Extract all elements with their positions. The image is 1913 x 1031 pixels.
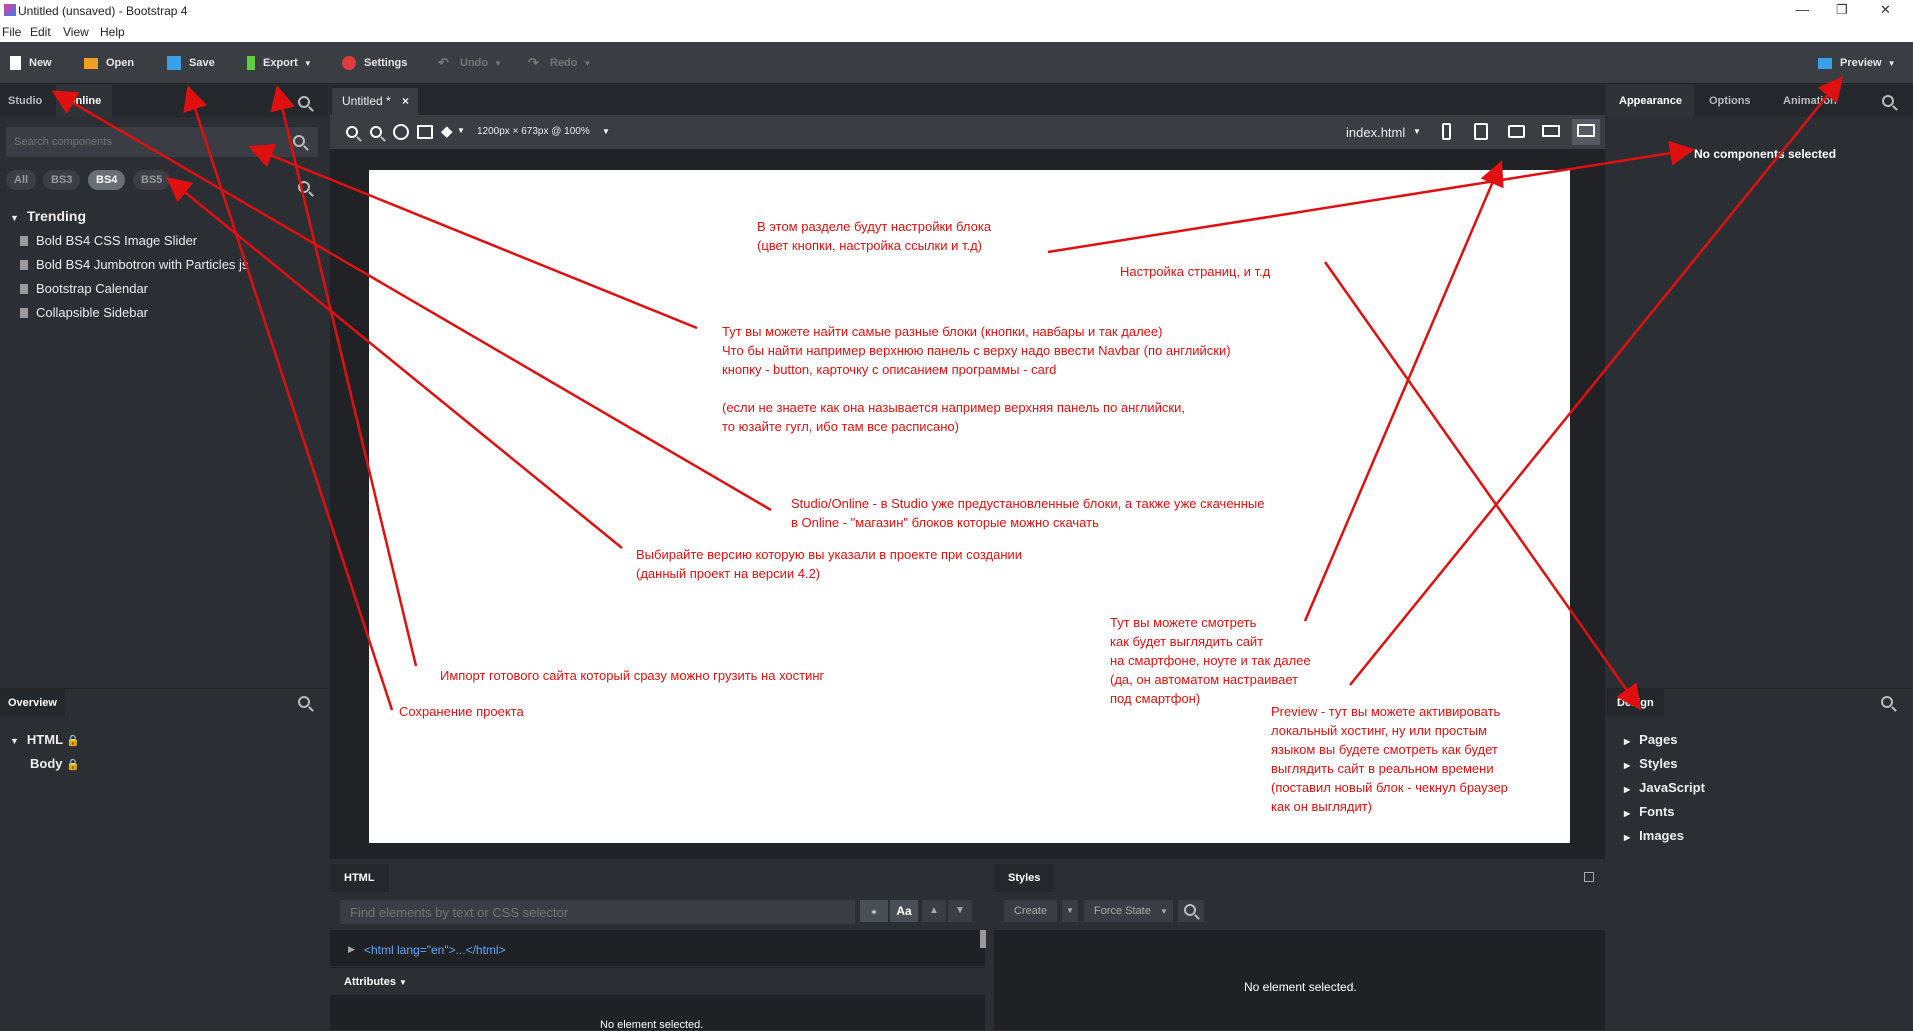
arrow-devices	[1303, 160, 1504, 622]
arrow-save	[183, 85, 394, 711]
arrow-studio-online	[51, 90, 772, 512]
arrow-preview	[1349, 76, 1844, 686]
arrow-block-settings	[1047, 140, 1695, 254]
annotation-arrows	[51, 76, 1844, 711]
arrow-page-settings	[1323, 261, 1641, 711]
arrow-export	[270, 85, 418, 667]
